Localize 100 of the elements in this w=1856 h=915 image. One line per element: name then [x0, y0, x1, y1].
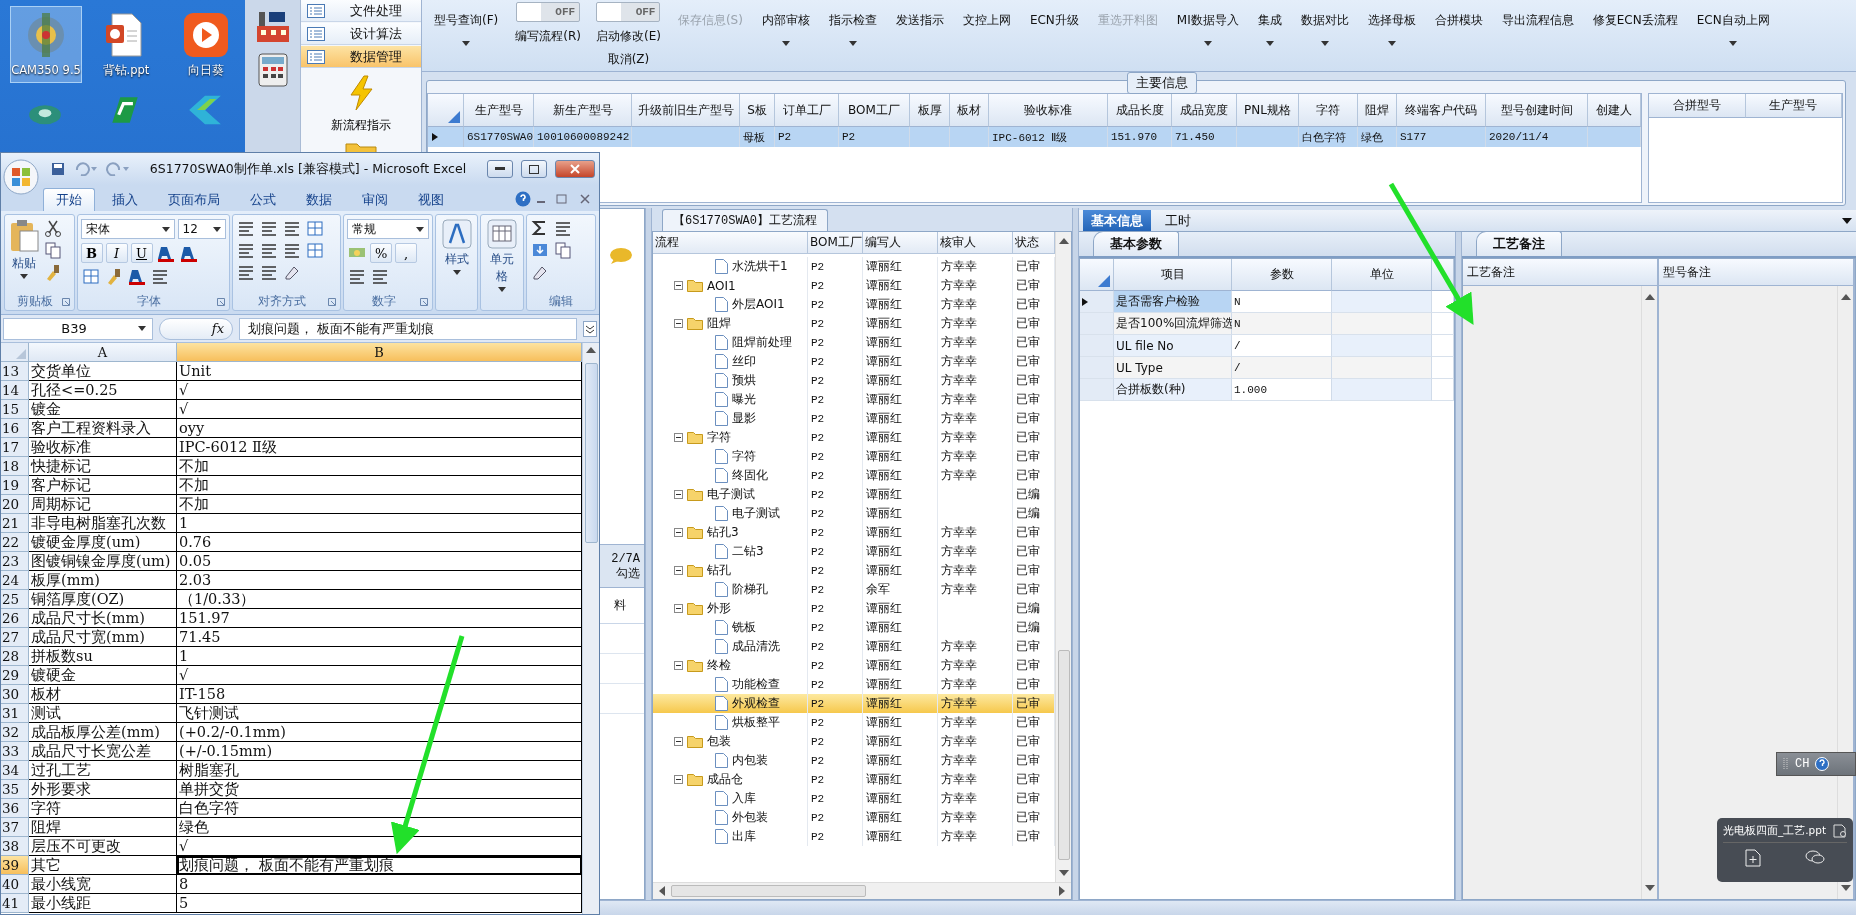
maximize-button[interactable]	[521, 160, 547, 178]
paste-button[interactable]: 粘贴	[8, 219, 40, 293]
ribbon-tab[interactable]: 审阅	[349, 188, 401, 211]
row-header[interactable]: 19	[1, 476, 29, 495]
font-name-field[interactable]: 宋体	[80, 219, 175, 239]
scroll-down-icon[interactable]	[1644, 885, 1655, 891]
grow-font-icon[interactable]	[155, 244, 176, 262]
function-label[interactable]: fx	[211, 321, 224, 336]
sheet-cell[interactable]: 镀硬金	[29, 666, 177, 685]
column-header[interactable]: BOM工厂	[808, 232, 863, 254]
vertical-scrollbar[interactable]	[1055, 232, 1071, 882]
toolbar-button[interactable]: 数据对比	[1298, 0, 1351, 46]
sheet-cell[interactable]: √	[177, 400, 582, 419]
row-header[interactable]: 15	[1, 400, 29, 419]
row-header[interactable]: 26	[1, 609, 29, 628]
minimize-button[interactable]	[487, 160, 513, 178]
styles-button[interactable]: 样式	[441, 219, 472, 310]
launcher-icon[interactable]	[420, 297, 429, 306]
horizontal-scrollbar[interactable]	[653, 882, 1071, 899]
row-header[interactable]: 41	[1, 894, 29, 913]
flow-row[interactable]: 内包装 P2 谭丽红 方幸幸 已审	[653, 751, 1055, 770]
toolbar-button[interactable]: 型号查询(F)	[432, 0, 501, 46]
collapse-icon[interactable]	[674, 490, 683, 499]
column-header[interactable]: 编写人	[863, 232, 938, 254]
wrap-text-icon[interactable]	[304, 219, 325, 237]
font-size-field[interactable]: 12	[177, 219, 226, 239]
sheet-cell[interactable]: 不加	[177, 495, 582, 514]
flow-row[interactable]: 阻焊前处理 P2 谭丽红 方幸幸 已审	[653, 333, 1055, 352]
toolbar-button[interactable]: 导出流程信息	[1499, 0, 1576, 29]
name-box[interactable]: B39	[3, 317, 153, 340]
row-header[interactable]: 24	[1, 571, 29, 590]
nav-item[interactable]: 数据管理	[301, 46, 421, 68]
flow-row[interactable]: 外层AOI1 P2 谭丽红 方幸幸 已审	[653, 295, 1055, 314]
toolbar-button[interactable]: 内部审核	[759, 0, 812, 46]
row-header[interactable]: 36	[1, 799, 29, 818]
row-header[interactable]: 16	[1, 419, 29, 438]
sheet-cell[interactable]: 字符	[29, 799, 177, 818]
scroll-thumb[interactable]	[1057, 650, 1070, 860]
sheet-cell[interactable]: 划痕问题， 板面不能有严重划痕	[177, 856, 582, 875]
sheet-cell[interactable]: 2.03	[177, 571, 582, 590]
sheet-cell[interactable]: 客户工程资料录入	[29, 419, 177, 438]
flow-row[interactable]: 阻焊 P2 谭丽红 方幸幸 已审	[653, 314, 1055, 333]
scroll-thumb[interactable]	[671, 885, 866, 897]
sheet-cell[interactable]: 成品板厚公差(mm)	[29, 723, 177, 742]
sheet-cell[interactable]: IT-158	[177, 685, 582, 704]
row-header[interactable]: 27	[1, 628, 29, 647]
sheet-cell[interactable]: 拼板数su	[29, 647, 177, 666]
scroll-up-icon[interactable]	[586, 347, 596, 353]
flow-row[interactable]: 包装 P2 谭丽红 方幸幸 已审	[653, 732, 1055, 751]
column-header[interactable]: B	[177, 343, 582, 362]
row-header[interactable]: 33	[1, 742, 29, 761]
save-icon[interactable]	[51, 162, 65, 176]
sheet-cell[interactable]: 8	[177, 875, 582, 894]
sheet-cell[interactable]: √	[177, 837, 582, 856]
sheet-cell[interactable]: 151.97	[177, 609, 582, 628]
bold-button[interactable]: B	[80, 243, 103, 263]
sheet-cell[interactable]: 不加	[177, 457, 582, 476]
flow-row[interactable]: 终固化 P2 谭丽红 方幸幸 已审	[653, 466, 1055, 485]
tab[interactable]: 基本信息	[1083, 210, 1151, 231]
sheet-cell[interactable]: 5	[177, 894, 582, 913]
column-header[interactable]: 板厚	[910, 94, 950, 127]
collapse-icon[interactable]	[674, 775, 683, 784]
calculator-icon[interactable]	[255, 52, 290, 88]
collapse-icon[interactable]	[674, 737, 683, 746]
toolbar-button[interactable]: 修复ECN丢流程	[1590, 0, 1680, 29]
flow-row[interactable]: 阶梯孔 P2 余军 方幸幸 已审	[653, 580, 1055, 599]
sheet-cell[interactable]: 0.76	[177, 533, 582, 552]
column-header[interactable]: 升级前旧生产型号	[632, 94, 740, 127]
cells-button[interactable]: 单元格	[484, 219, 520, 310]
sheet-cell[interactable]: 最小线宽	[29, 875, 177, 894]
language-bar[interactable]: CH	[1776, 752, 1856, 776]
collapse-icon[interactable]	[674, 528, 683, 537]
column-header[interactable]: 型号创建时间	[1486, 94, 1588, 127]
sheet-cell[interactable]: 阻焊	[29, 818, 177, 837]
row-header[interactable]: 21	[1, 514, 29, 533]
toggle-switch[interactable]: OFF	[596, 2, 661, 22]
column-header[interactable]: 字符	[1299, 94, 1358, 127]
ribbon-tab[interactable]: 开始	[43, 188, 95, 211]
toolbar-button[interactable]: 发送指示	[893, 0, 946, 29]
sheet-cell[interactable]: 验收标准	[29, 438, 177, 457]
copy-icon[interactable]	[43, 241, 63, 259]
flow-row[interactable]: 曝光 P2 谭丽红 方幸幸 已审	[653, 390, 1055, 409]
sheet-cell[interactable]: 快捷标记	[29, 457, 177, 476]
row-header[interactable]: 23	[1, 552, 29, 571]
sheet-cell[interactable]: 成品尺寸长(mm)	[29, 609, 177, 628]
flow-row[interactable]: 钻孔3 P2 谭丽红 方幸幸 已审	[653, 523, 1055, 542]
sheet-cell[interactable]: √	[177, 381, 582, 400]
flow-row[interactable]: AOI1 P2 谭丽红 方幸幸 已审	[653, 276, 1055, 295]
comma-button[interactable]: ,	[395, 243, 418, 263]
column-header[interactable]: 创建人	[1588, 94, 1641, 127]
panel-title[interactable]: 【6S1770SWA0】工艺流程	[662, 209, 828, 231]
toolbar-button[interactable]: ECN升级	[1027, 0, 1081, 29]
tab[interactable]: 基本参数	[1093, 231, 1179, 256]
flow-row[interactable]: 出库 P2 谭丽红 方幸幸 已审	[653, 827, 1055, 846]
scroll-right-icon[interactable]	[1059, 886, 1065, 896]
shrink-font-icon[interactable]	[178, 244, 199, 262]
sheet-cell[interactable]: (+0.2/-0.1mm)	[177, 723, 582, 742]
toolbar-button[interactable]: 指示检查	[826, 0, 879, 46]
row-header[interactable]: 17	[1, 438, 29, 457]
sheet-cell[interactable]: 其它	[29, 856, 177, 875]
